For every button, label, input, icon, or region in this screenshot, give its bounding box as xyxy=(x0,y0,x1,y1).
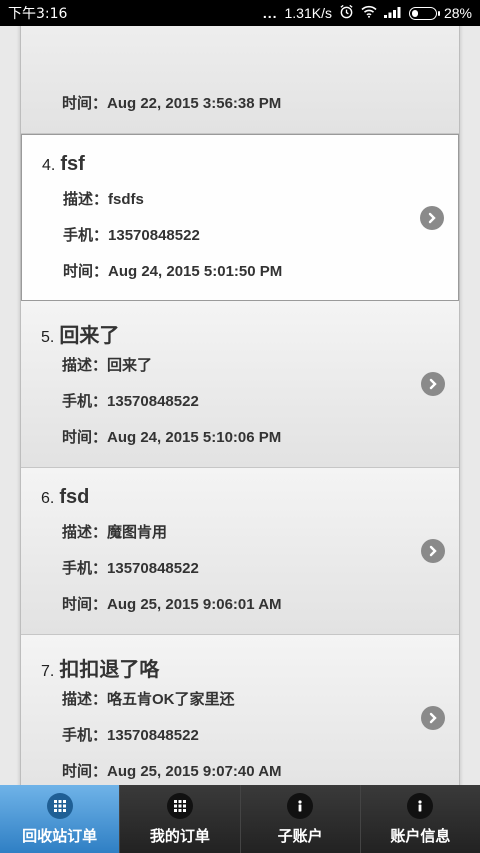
grid-icon xyxy=(166,792,193,819)
battery-percent: 28% xyxy=(443,5,472,21)
order-time-line: 时间：Aug 24, 2015 5:01:50 PM xyxy=(63,263,283,280)
order-title: fsd xyxy=(59,486,90,508)
chevron-right-icon[interactable] xyxy=(421,539,445,563)
list-item[interactable]: 4. fsf 描述：fsdfs 手机：13570848522 时间：Aug 24… xyxy=(21,134,459,301)
order-time-line: 时间：Aug 24, 2015 5:10:06 PM xyxy=(62,429,282,446)
signal-dots: ... xyxy=(262,5,278,21)
battery-icon xyxy=(408,6,440,20)
chevron-right-icon[interactable] xyxy=(421,372,445,396)
order-list-view[interactable]: 时间：Aug 22, 2015 3:56:38 PM 4. fsf 描述：fsd… xyxy=(0,26,480,785)
tab-account-info[interactable]: 账户信息 xyxy=(360,785,480,853)
status-bar: 下午3:16 ... 1.31K/s 28% xyxy=(0,0,480,26)
tab-label: 我的订单 xyxy=(149,827,210,845)
chevron-right-icon[interactable] xyxy=(421,706,445,730)
info-icon xyxy=(407,792,434,819)
list-item[interactable]: 6. fsd 描述：魔图肯用 手机：13570848522 时间：Aug 25,… xyxy=(21,468,459,635)
order-title: fsf xyxy=(60,153,85,175)
wifi-icon xyxy=(361,5,377,21)
alarm-icon xyxy=(339,4,354,22)
network-speed: 1.31K/s xyxy=(284,5,332,21)
order-desc-line: 描述：fsdfs xyxy=(63,191,144,208)
order-desc-line: 描述：回来了 xyxy=(62,357,153,374)
tab-my-orders[interactable]: 我的订单 xyxy=(120,785,241,853)
order-number: 5. xyxy=(41,329,55,346)
order-heading: 6. fsd xyxy=(41,486,89,509)
list-item-partial[interactable]: 时间：Aug 22, 2015 3:56:38 PM xyxy=(21,26,459,134)
bottom-tab-bar: 回收站订单 我的订单 子账户 账户信息 xyxy=(0,785,480,853)
tab-sub-accounts[interactable]: 子账户 xyxy=(240,785,361,853)
order-number: 7. xyxy=(41,663,55,680)
order-time-line: 时间：Aug 25, 2015 9:07:40 AM xyxy=(62,763,282,780)
order-number: 4. xyxy=(42,157,56,174)
list-item[interactable]: 5. 回来了 描述：回来了 手机：13570848522 时间：Aug 24, … xyxy=(21,301,459,468)
order-desc-line: 描述：咯五肯OK了家里还 xyxy=(62,691,235,708)
order-desc-line: 描述：魔图肯用 xyxy=(62,524,168,541)
status-time: 下午3:16 xyxy=(8,6,68,22)
order-title: 扣扣退了咯 xyxy=(59,659,160,681)
tab-label: 回收站订单 xyxy=(22,827,98,845)
order-title: 回来了 xyxy=(59,325,120,347)
info-icon xyxy=(287,792,314,819)
order-heading: 4. fsf xyxy=(42,153,85,176)
order-phone-line: 手机：13570848522 xyxy=(63,227,200,244)
chevron-right-icon[interactable] xyxy=(420,206,444,230)
order-phone-line: 手机：13570848522 xyxy=(62,727,199,744)
order-list: 时间：Aug 22, 2015 3:56:38 PM 4. fsf 描述：fsd… xyxy=(20,26,460,785)
order-number: 6. xyxy=(41,490,55,507)
tab-label: 账户信息 xyxy=(390,827,451,845)
order-heading: 5. 回来了 xyxy=(41,319,119,348)
grid-icon xyxy=(46,792,73,819)
tab-label: 子账户 xyxy=(277,827,323,845)
cell-signal-icon xyxy=(383,5,402,21)
order-phone-line: 手机：13570848522 xyxy=(62,560,199,577)
order-phone-line: 手机：13570848522 xyxy=(62,393,199,410)
order-time-line: 时间：Aug 25, 2015 9:06:01 AM xyxy=(62,596,282,613)
tab-recycle-orders[interactable]: 回收站订单 xyxy=(0,785,121,853)
order-heading: 7. 扣扣退了咯 xyxy=(41,653,159,682)
list-item[interactable]: 7. 扣扣退了咯 描述：咯五肯OK了家里还 手机：13570848522 时间：… xyxy=(21,635,459,785)
order-time-line: 时间：Aug 22, 2015 3:56:38 PM xyxy=(62,95,282,112)
